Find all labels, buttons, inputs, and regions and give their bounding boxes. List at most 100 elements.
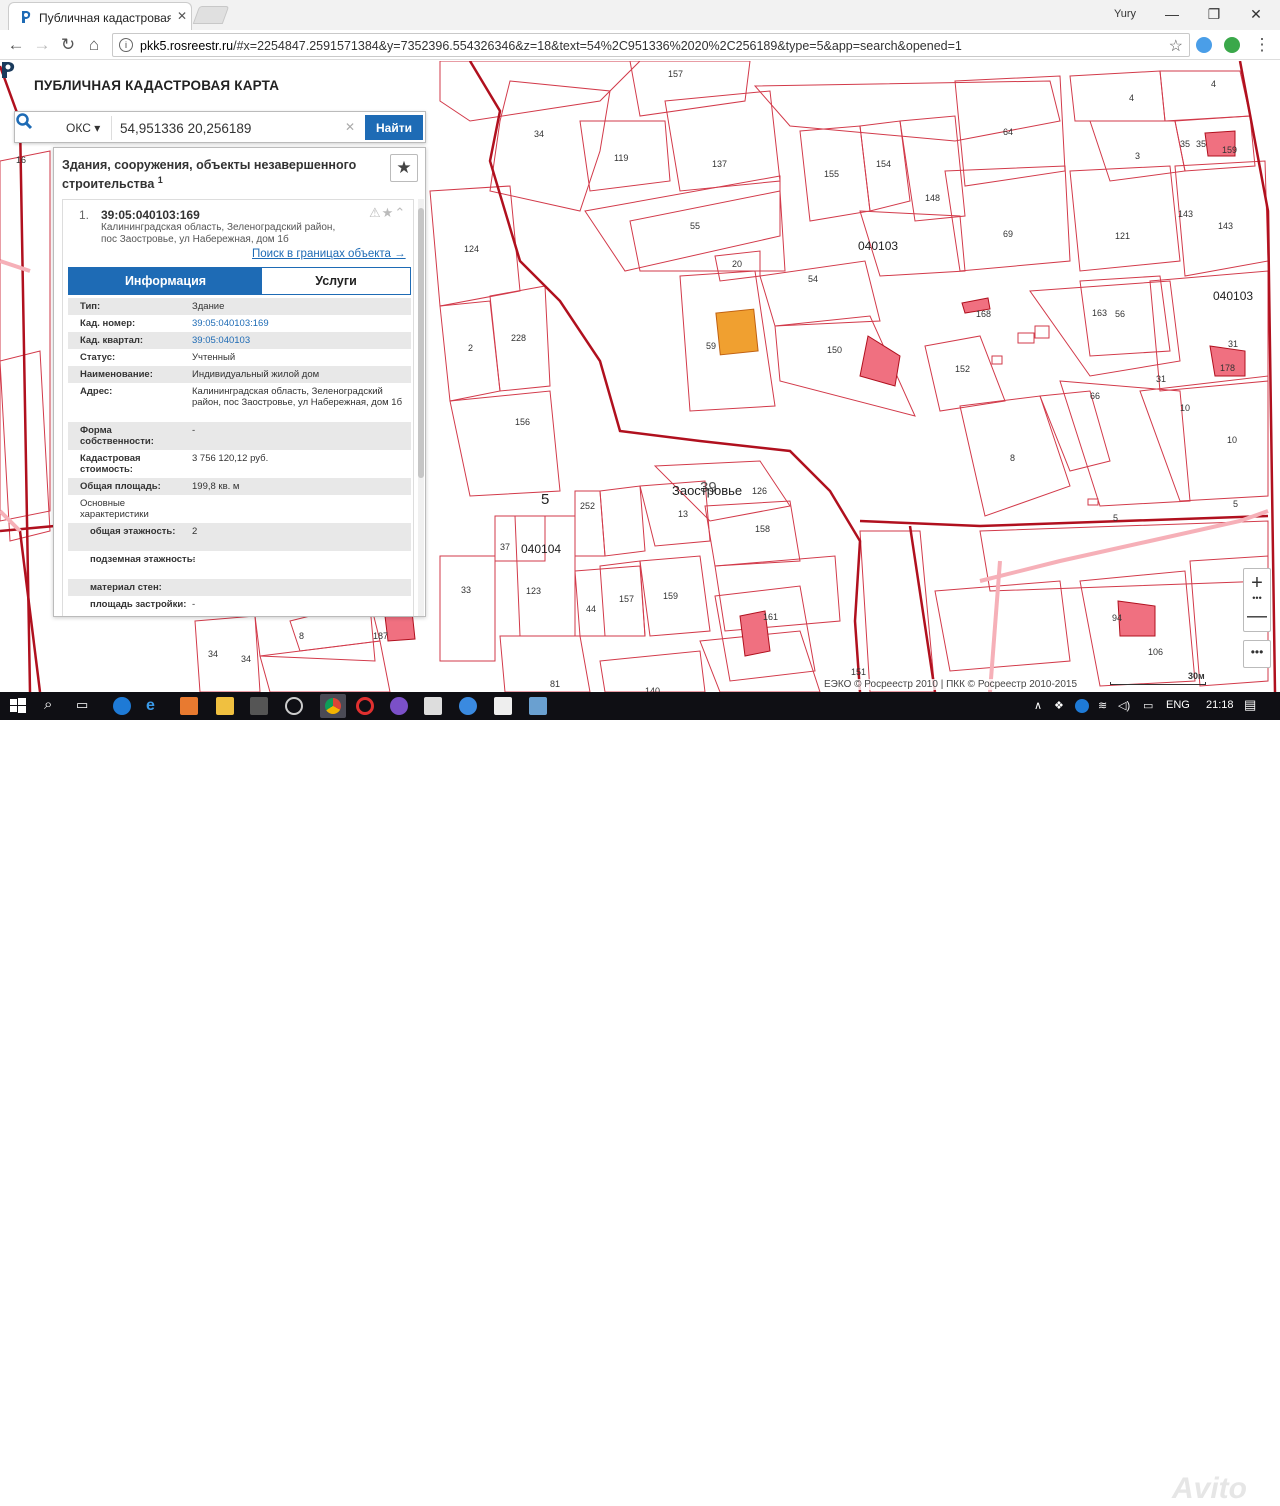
browser-tab[interactable]: Публичная кадастровая ✕: [8, 2, 192, 30]
prop-row: Статус: Учтенный: [80, 352, 236, 363]
more-options-button[interactable]: •••: [1243, 640, 1271, 668]
url-text: pkk5.rosreestr.ru/#x=2254847.2591571384&…: [140, 39, 962, 53]
tab-services[interactable]: Услуги: [262, 268, 410, 294]
search-type-select[interactable]: ОКС ▾: [59, 116, 107, 140]
parcel-label: 168: [976, 309, 992, 319]
search-icon[interactable]: [15, 112, 33, 130]
scrollbar-thumb[interactable]: [418, 208, 424, 478]
minimize-button[interactable]: —: [1154, 4, 1190, 24]
parcel-label: 4: [1129, 93, 1135, 103]
parcel-label: 13: [678, 509, 689, 519]
new-tab-button[interactable]: [192, 6, 230, 24]
parcel-label: 55: [690, 221, 701, 231]
browser-menu-icon[interactable]: ⋮: [1252, 35, 1272, 55]
parcel-label: 94: [1112, 613, 1123, 623]
windows-start-icon[interactable]: [9, 697, 27, 715]
teamviewer-icon[interactable]: [113, 697, 131, 715]
parcel-label: 126: [752, 486, 768, 496]
search-input[interactable]: [111, 116, 363, 140]
paint-icon[interactable]: [180, 697, 198, 715]
parcel-label: 31: [1156, 374, 1167, 384]
parcel-label: 158: [755, 524, 771, 534]
parcel-label: 35: [1196, 139, 1207, 149]
panel-title: Здания, сооружения, объекты незавершенно…: [62, 158, 357, 192]
dropbox-icon[interactable]: ❖: [1054, 699, 1064, 712]
language-indicator[interactable]: ENG: [1166, 699, 1190, 711]
home-icon[interactable]: ⌂: [84, 35, 104, 55]
parcel-label: 8: [1010, 453, 1016, 463]
settlement-label: Заостровье: [672, 483, 743, 498]
clock[interactable]: 21:18: [1206, 699, 1234, 711]
maximize-button[interactable]: ❐: [1196, 4, 1232, 24]
wifi-icon[interactable]: ≋: [1098, 699, 1107, 712]
close-window-button[interactable]: ✕: [1238, 4, 1274, 24]
prop-row: Тип: Здание: [68, 298, 411, 315]
parcel-label: 159: [663, 591, 679, 601]
selected-building[interactable]: [715, 308, 759, 356]
chrome-active-icon[interactable]: [320, 694, 346, 718]
site-info-icon[interactable]: i: [119, 38, 133, 52]
parcel-label: 161: [763, 612, 779, 622]
parcel-label: 59: [706, 341, 717, 351]
address-bar[interactable]: i pkk5.rosreestr.ru/#x=2254847.259157138…: [112, 33, 1190, 57]
firefox-icon[interactable]: [459, 697, 477, 715]
volume-icon[interactable]: ◁): [1118, 699, 1130, 712]
bookmark-star-icon[interactable]: ☆: [1169, 36, 1183, 56]
parcel-label: 56: [1115, 309, 1126, 319]
result-panel: Здания, сооружения, объекты незавершенно…: [53, 147, 426, 617]
tray-app-icon[interactable]: [1075, 699, 1089, 713]
parcel-label: 151: [851, 667, 867, 677]
tab-info[interactable]: Информация: [69, 268, 262, 294]
reload-icon[interactable]: ↻: [58, 35, 78, 55]
tray-chevron-icon[interactable]: ∧: [1034, 699, 1042, 712]
paint3d-icon[interactable]: [529, 697, 547, 715]
edge-icon[interactable]: e: [146, 697, 164, 715]
star-outline-icon[interactable]: ★: [382, 205, 395, 220]
clear-icon[interactable]: ✕: [345, 120, 355, 134]
extension-check-icon[interactable]: [1224, 37, 1240, 53]
opera-icon[interactable]: [356, 697, 374, 715]
zoom-level-dots[interactable]: •••: [1244, 594, 1270, 603]
notifications-icon[interactable]: ▤: [1244, 697, 1256, 713]
back-icon[interactable]: ←: [6, 35, 26, 55]
file-explorer-icon[interactable]: [216, 697, 234, 715]
alarm-icon[interactable]: [285, 697, 303, 715]
viber-icon[interactable]: [390, 697, 408, 715]
star-icon: ★: [396, 158, 412, 177]
warning-icon[interactable]: ⚠: [369, 205, 382, 220]
keyboard-icon[interactable]: ▭: [1143, 699, 1153, 712]
favorite-button[interactable]: ★: [390, 154, 418, 182]
search-in-bounds-link[interactable]: Поиск в границах объекта →: [252, 248, 406, 260]
map-copyright: ЕЭКО © Росреестр 2010 | ПКК © Росреестр …: [822, 679, 1080, 690]
chevron-up-icon[interactable]: ⌃: [394, 205, 406, 220]
tab-close-icon[interactable]: ✕: [177, 9, 187, 23]
prop-row: общая этажность: 2: [68, 523, 411, 551]
search-button[interactable]: Найти: [365, 115, 423, 140]
parcel-label: 44: [586, 604, 597, 614]
parcel-label: 157: [668, 69, 684, 79]
prop-row: Форма собственности: -: [68, 422, 411, 450]
extension-cloud-icon[interactable]: [1196, 37, 1212, 53]
scale-bar: 30м: [1110, 671, 1206, 685]
parcel-label: 20: [732, 259, 743, 269]
parcel-label: 228: [511, 333, 527, 343]
store-icon[interactable]: [250, 697, 268, 715]
forward-icon[interactable]: →: [32, 35, 52, 55]
browser-nav-bar: ← → ↻ ⌂ i pkk5.rosreestr.ru/#x=2254847.2…: [0, 30, 1280, 60]
profile-name[interactable]: Yury: [1114, 8, 1136, 20]
prop-row: Кад. номер: 39:05:040103:169: [80, 318, 269, 329]
record-id[interactable]: 39:05:040103:169: [101, 208, 200, 222]
parcel-label: 35: [1180, 139, 1191, 149]
prop-row: площадь застройки: -: [90, 599, 196, 610]
taskbar-search-icon[interactable]: ⌕: [44, 696, 52, 713]
task-view-icon[interactable]: ▭: [76, 697, 88, 713]
parcel-label: 148: [925, 193, 941, 203]
parcel-label: 150: [827, 345, 843, 355]
zoom-out-button[interactable]: —: [1244, 603, 1270, 631]
properties-table: Тип: Здание Кад. номер: 39:05:040103:169 К…: [68, 298, 411, 616]
cadastral-map[interactable]: 157 34 16 119 137 55 64 4 4 3 35 35 159 …: [0, 61, 1280, 692]
parcel-label: 137: [712, 159, 728, 169]
mail-icon[interactable]: [424, 697, 442, 715]
prop-row: Кад. квартал: 39:05:040103: [68, 332, 411, 349]
solitaire-icon[interactable]: [494, 697, 512, 715]
